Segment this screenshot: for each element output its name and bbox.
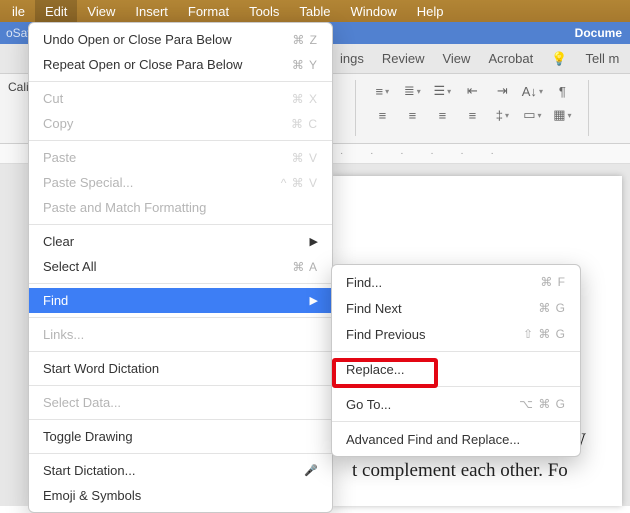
submenu-find[interactable]: Find... ⌘ F xyxy=(332,269,580,295)
menu-label: Clear xyxy=(43,234,74,249)
borders-icon[interactable]: ▦ xyxy=(548,104,576,126)
menu-clear[interactable]: Clear ▶ xyxy=(29,229,332,254)
menu-file[interactable]: ile xyxy=(2,0,35,22)
shortcut: ⌘ X xyxy=(292,92,318,106)
menu-label: Go To... xyxy=(346,397,391,412)
menu-edit[interactable]: Edit xyxy=(35,0,77,22)
menu-table[interactable]: Table xyxy=(289,0,340,22)
menu-label: Find Next xyxy=(346,301,402,316)
menu-label: Start Dictation... xyxy=(43,463,135,478)
menu-label: Paste and Match Formatting xyxy=(43,200,206,215)
menu-label: Replace... xyxy=(346,362,405,377)
menu-select-all[interactable]: Select All ⌘ A xyxy=(29,254,332,279)
menu-paste: Paste ⌘ V xyxy=(29,145,332,170)
chevron-right-icon: ▶ xyxy=(310,294,318,307)
menu-paste-special: Paste Special... ^ ⌘ V xyxy=(29,170,332,195)
shortcut: ⌘ V xyxy=(292,151,318,165)
menu-links: Links... xyxy=(29,322,332,347)
edit-dropdown: Undo Open or Close Para Below ⌘ Z Repeat… xyxy=(28,22,333,513)
menu-label: Select Data... xyxy=(43,395,121,410)
menu-paste-match: Paste and Match Formatting xyxy=(29,195,332,220)
menu-label: Copy xyxy=(43,116,73,131)
menu-label: Find xyxy=(43,293,68,308)
menu-label: Select All xyxy=(43,259,96,274)
tab-acrobat[interactable]: Acrobat xyxy=(488,51,533,66)
menu-cut: Cut ⌘ X xyxy=(29,86,332,111)
menu-format[interactable]: Format xyxy=(178,0,239,22)
shortcut: ⌥ ⌘ G xyxy=(519,397,566,411)
line-spacing-icon[interactable]: ‡ xyxy=(488,104,516,126)
align-right-icon[interactable]: ≡ xyxy=(428,104,456,126)
menu-repeat[interactable]: Repeat Open or Close Para Below ⌘ Y xyxy=(29,52,332,77)
decrease-indent-icon[interactable]: ⇤ xyxy=(458,80,486,102)
menu-select-data: Select Data... xyxy=(29,390,332,415)
menu-copy: Copy ⌘ C xyxy=(29,111,332,136)
menu-help[interactable]: Help xyxy=(407,0,454,22)
menu-label: Paste xyxy=(43,150,76,165)
justify-icon[interactable]: ≡ xyxy=(458,104,486,126)
menu-emoji-symbols[interactable]: Emoji & Symbols xyxy=(29,483,332,508)
menu-insert[interactable]: Insert xyxy=(125,0,178,22)
system-menubar: ile Edit View Insert Format Tools Table … xyxy=(0,0,630,22)
menu-label: Find... xyxy=(346,275,382,290)
multilevel-icon[interactable]: ☰ xyxy=(428,80,456,102)
menu-label: Repeat Open or Close Para Below xyxy=(43,57,242,72)
menu-start-word-dictation[interactable]: Start Word Dictation xyxy=(29,356,332,381)
lightbulb-icon: 💡 xyxy=(551,51,567,67)
separator xyxy=(355,80,356,136)
shortcut: ^ ⌘ V xyxy=(281,176,318,190)
paragraph-group: ≡ ≣ ☰ ⇤ ⇥ A↓ ¶ ≡ ≡ ≡ ≡ ‡ ▭ ▦ xyxy=(368,80,576,126)
align-left-icon[interactable]: ≡ xyxy=(368,104,396,126)
tab-review[interactable]: Review xyxy=(382,51,425,66)
menu-label: Start Word Dictation xyxy=(43,361,159,376)
find-submenu: Find... ⌘ F Find Next ⌘ G Find Previous … xyxy=(331,264,581,457)
menu-label: Find Previous xyxy=(346,327,425,342)
menu-toggle-drawing[interactable]: Toggle Drawing xyxy=(29,424,332,449)
submenu-goto[interactable]: Go To... ⌥ ⌘ G xyxy=(332,391,580,417)
submenu-advanced-find[interactable]: Advanced Find and Replace... xyxy=(332,426,580,452)
doc-title: Docume xyxy=(575,22,622,44)
microphone-icon: 🎤 xyxy=(304,464,318,477)
separator xyxy=(588,80,589,136)
tab-view[interactable]: View xyxy=(442,51,470,66)
bullets-icon[interactable]: ≡ xyxy=(368,80,396,102)
tell-me[interactable]: Tell m xyxy=(585,51,619,66)
menu-find[interactable]: Find ▶ xyxy=(29,288,332,313)
shortcut: ⌘ A xyxy=(292,260,318,274)
align-center-icon[interactable]: ≡ xyxy=(398,104,426,126)
tab-ings[interactable]: ings xyxy=(340,51,364,66)
menu-window[interactable]: Window xyxy=(341,0,407,22)
submenu-find-previous[interactable]: Find Previous ⇧ ⌘ G xyxy=(332,321,580,347)
menu-undo[interactable]: Undo Open or Close Para Below ⌘ Z xyxy=(29,27,332,52)
menu-label: Cut xyxy=(43,91,63,106)
menu-label: Toggle Drawing xyxy=(43,429,133,444)
shortcut: ⌘ C xyxy=(291,117,318,131)
shading-icon[interactable]: ▭ xyxy=(518,104,546,126)
menu-view[interactable]: View xyxy=(77,0,125,22)
paragraph-marks-icon[interactable]: ¶ xyxy=(548,80,576,102)
sort-icon[interactable]: A↓ xyxy=(518,80,546,102)
increase-indent-icon[interactable]: ⇥ xyxy=(488,80,516,102)
submenu-replace[interactable]: Replace... xyxy=(332,356,580,382)
shortcut: ⌘ F xyxy=(540,275,566,289)
menu-start-dictation[interactable]: Start Dictation... 🎤 xyxy=(29,458,332,483)
shortcut: ⌘ Y xyxy=(292,58,318,72)
shortcut: ⌘ Z xyxy=(292,33,318,47)
chevron-right-icon: ▶ xyxy=(310,235,318,248)
menu-label: Advanced Find and Replace... xyxy=(346,432,520,447)
menu-label: Links... xyxy=(43,327,84,342)
menu-tools[interactable]: Tools xyxy=(239,0,289,22)
shortcut: ⌘ G xyxy=(538,301,566,315)
submenu-find-next[interactable]: Find Next ⌘ G xyxy=(332,295,580,321)
menu-label: Paste Special... xyxy=(43,175,133,190)
shortcut: ⇧ ⌘ G xyxy=(523,327,566,341)
menu-label: Undo Open or Close Para Below xyxy=(43,32,232,47)
menu-label: Emoji & Symbols xyxy=(43,488,141,503)
numbering-icon[interactable]: ≣ xyxy=(398,80,426,102)
